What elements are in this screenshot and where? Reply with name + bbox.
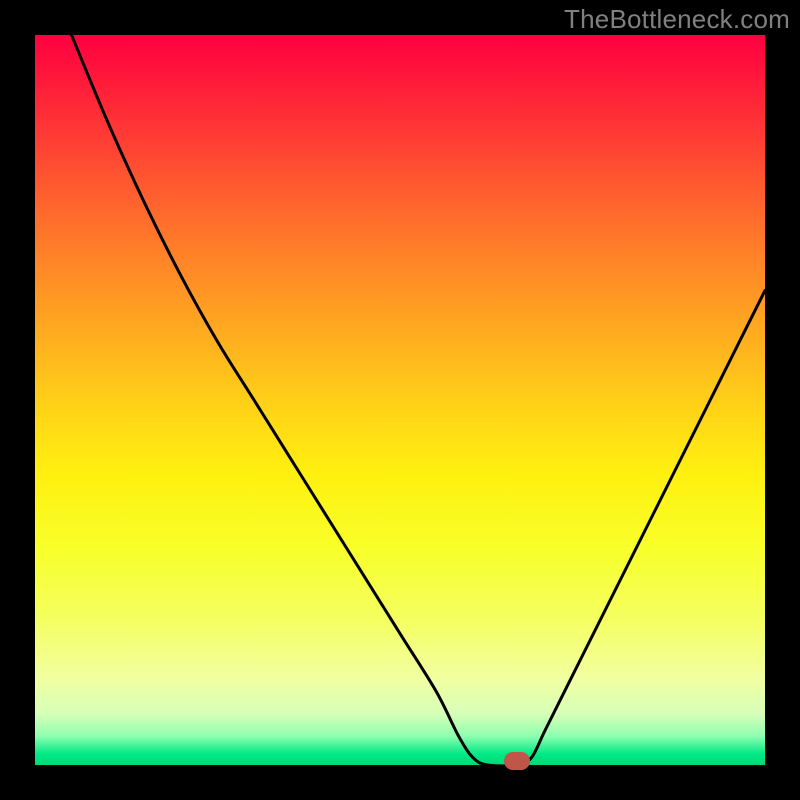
plot-area (35, 35, 765, 765)
gradient-background (35, 35, 765, 765)
chart-frame: TheBottleneck.com (0, 0, 800, 800)
watermark-text: TheBottleneck.com (564, 4, 790, 35)
plot-svg (35, 35, 765, 765)
optimal-marker (504, 752, 530, 770)
